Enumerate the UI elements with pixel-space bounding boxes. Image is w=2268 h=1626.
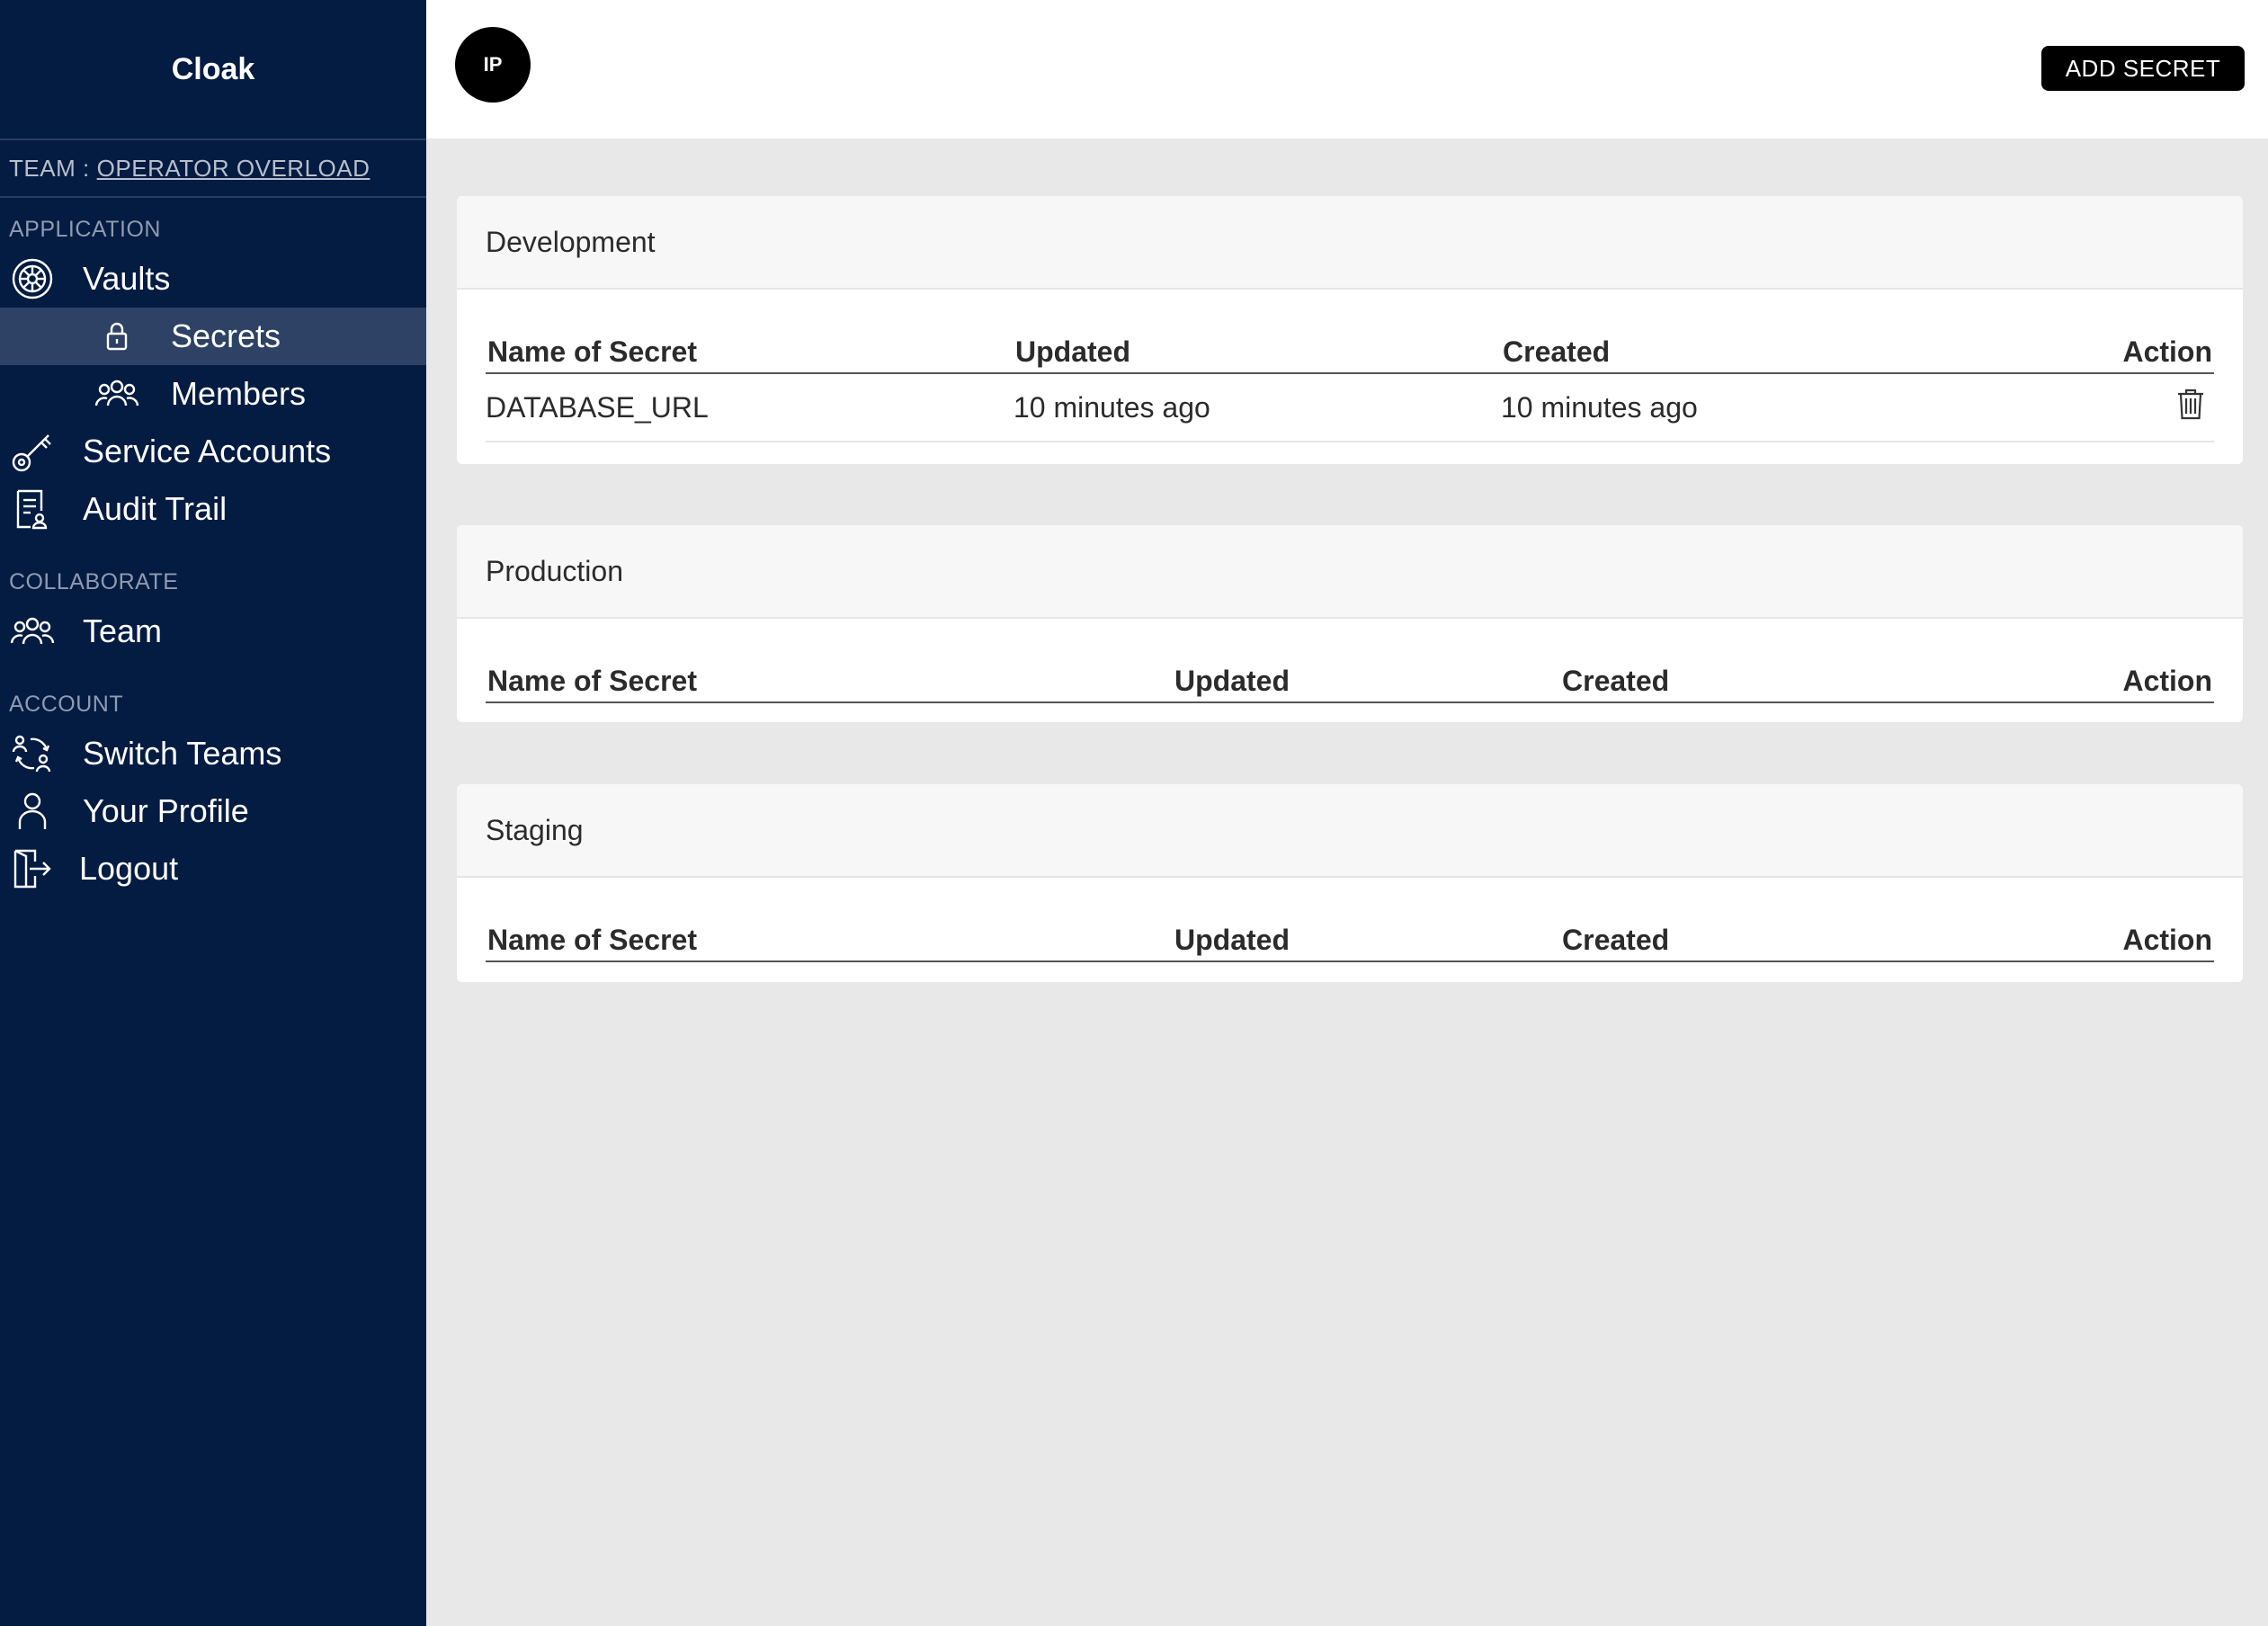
sidebar-item-label: Secrets (171, 317, 281, 354)
column-header-updated: Updated (1173, 907, 1560, 962)
sidebar-item-label: Vaults (83, 260, 171, 297)
section-label-account: ACCOUNT (9, 692, 124, 717)
secret-updated: 10 minutes ago (1013, 373, 1501, 442)
top-bar: IP ADD SECRET (426, 0, 2268, 138)
secrets-table: Name of Secret Updated Created Action (486, 648, 2214, 703)
users-icon (90, 367, 144, 421)
sidebar: Cloak TEAM : OPERATOR OVERLOAD APPLICATI… (0, 0, 426, 1626)
sidebar-item-label: Your Profile (83, 792, 249, 829)
sidebar-item-label: Service Accounts (83, 433, 332, 469)
table-header-row: Name of Secret Updated Created Action (486, 648, 2214, 703)
environment-title: Production (457, 525, 2243, 619)
environment-title: Staging (457, 784, 2243, 878)
sidebar-item-secrets[interactable]: Secrets (0, 308, 426, 365)
sidebar-item-audit-trail[interactable]: Audit Trail (0, 480, 426, 538)
table-row: DATABASE_URL 10 minutes ago 10 minutes a… (486, 373, 2214, 442)
column-header-action: Action (2010, 648, 2214, 703)
secrets-table: Name of Secret Updated Created Action (486, 907, 2214, 962)
column-header-created: Created (1560, 648, 2010, 703)
column-header-action: Action (1951, 318, 2214, 374)
column-header-action: Action (2010, 907, 2214, 962)
column-header-name: Name of Secret (486, 318, 1013, 374)
logout-icon (5, 842, 59, 896)
team-icon (5, 604, 59, 658)
app-name: Cloak (0, 0, 426, 140)
sidebar-item-vaults[interactable]: Vaults (0, 250, 426, 308)
column-header-updated: Updated (1173, 648, 1560, 703)
environment-card-development: Development Name of Secret Updated Creat… (457, 196, 2243, 464)
team-name-link[interactable]: OPERATOR OVERLOAD (97, 155, 371, 183)
secret-created: 10 minutes ago (1501, 373, 1951, 442)
key-icon (5, 424, 59, 478)
sidebar-item-logout[interactable]: Logout (0, 840, 426, 898)
column-header-created: Created (1560, 907, 2010, 962)
audit-document-icon (5, 482, 59, 536)
sidebar-item-team[interactable]: Team (0, 603, 426, 660)
column-header-updated: Updated (1013, 318, 1501, 374)
secret-action-cell (1951, 373, 2214, 442)
table-header-row: Name of Secret Updated Created Action (486, 318, 2214, 374)
team-prefix: TEAM : (9, 154, 90, 182)
sidebar-item-switch-teams[interactable]: Switch Teams (0, 725, 426, 782)
secrets-table: Name of Secret Updated Created Action DA… (486, 318, 2214, 442)
lock-icon (90, 309, 144, 363)
add-secret-button[interactable]: ADD SECRET (2041, 46, 2245, 91)
column-header-name: Name of Secret (486, 907, 1173, 962)
trash-icon[interactable] (2176, 388, 2205, 427)
sidebar-item-service-accounts[interactable]: Service Accounts (0, 423, 426, 480)
user-icon (5, 784, 59, 838)
secret-name: DATABASE_URL (486, 373, 1013, 442)
team-indicator: TEAM : OPERATOR OVERLOAD (0, 140, 426, 198)
sidebar-item-your-profile[interactable]: Your Profile (0, 782, 426, 840)
sidebar-item-label: Team (83, 612, 163, 649)
environment-card-staging: Staging Name of Secret Updated Created A… (457, 784, 2243, 982)
environment-title: Development (457, 196, 2243, 290)
switch-teams-icon (5, 727, 59, 781)
avatar[interactable]: IP (455, 27, 531, 103)
sidebar-item-label: Switch Teams (83, 735, 282, 772)
sidebar-item-label: Logout (79, 850, 179, 887)
section-label-application: APPLICATION (9, 217, 161, 242)
column-header-created: Created (1501, 318, 1951, 374)
sidebar-item-label: Members (171, 375, 307, 412)
table-header-row: Name of Secret Updated Created Action (486, 907, 2214, 962)
vault-icon (5, 252, 59, 306)
environment-card-production: Production Name of Secret Updated Create… (457, 525, 2243, 722)
section-label-collaborate: COLLABORATE (9, 569, 179, 594)
sidebar-item-label: Audit Trail (83, 490, 228, 527)
column-header-name: Name of Secret (486, 648, 1173, 703)
sidebar-item-members[interactable]: Members (0, 365, 426, 423)
